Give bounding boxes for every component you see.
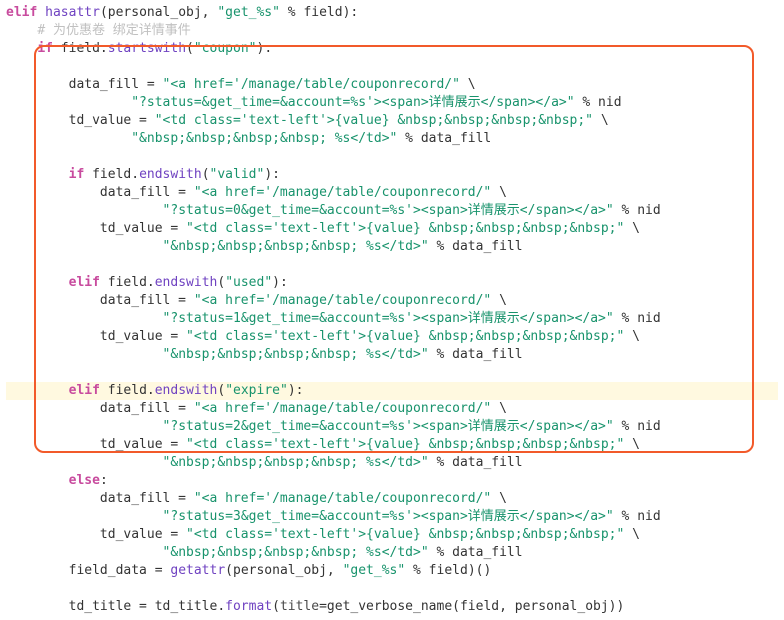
code-line: "&nbsp;&nbsp;&nbsp;&nbsp; %s</td>" % dat… xyxy=(6,544,778,562)
code-line: "?status=1&get_time=&account=%s'><span>详… xyxy=(6,310,778,328)
code-line: else: xyxy=(6,472,778,490)
code-line: "&nbsp;&nbsp;&nbsp;&nbsp; %s</td>" % dat… xyxy=(6,130,778,148)
code-line: td_value = "<td class='text-left'>{value… xyxy=(6,328,778,346)
code-block: elif hasattr(personal_obj, "get_%s" % fi… xyxy=(0,0,784,620)
code-line: "&nbsp;&nbsp;&nbsp;&nbsp; %s</td>" % dat… xyxy=(6,238,778,256)
code-line xyxy=(6,364,778,382)
code-line: "?status=0&get_time=&account=%s'><span>详… xyxy=(6,202,778,220)
code-line: data_fill = "<a href='/manage/table/coup… xyxy=(6,76,778,94)
code-line: if field.endswith("valid"): xyxy=(6,166,778,184)
code-line xyxy=(6,58,778,76)
code-line: "?status=2&get_time=&account=%s'><span>详… xyxy=(6,418,778,436)
code-line xyxy=(6,580,778,598)
code-line: td_value = "<td class='text-left'>{value… xyxy=(6,112,778,130)
code-line: field_data = getattr(personal_obj, "get_… xyxy=(6,562,778,580)
code-line: # 为优惠卷 绑定详情事件 xyxy=(6,22,778,40)
code-line: "?status=&get_time=&account=%s'><span>详情… xyxy=(6,94,778,112)
code-line xyxy=(6,256,778,274)
code-line xyxy=(6,148,778,166)
code-line: td_title = td_title.format(title=get_ver… xyxy=(6,598,778,616)
code-line: if field.startswith("coupon"): xyxy=(6,40,778,58)
code-line: data_fill = "<a href='/manage/table/coup… xyxy=(6,292,778,310)
code-line: td_value = "<td class='text-left'>{value… xyxy=(6,220,778,238)
code-line: "&nbsp;&nbsp;&nbsp;&nbsp; %s</td>" % dat… xyxy=(6,346,778,364)
code-line: "&nbsp;&nbsp;&nbsp;&nbsp; %s</td>" % dat… xyxy=(6,454,778,472)
code-line: elif field.endswith("used"): xyxy=(6,274,778,292)
code-line: elif hasattr(personal_obj, "get_%s" % fi… xyxy=(6,4,778,22)
code-line: data_fill = "<a href='/manage/table/coup… xyxy=(6,400,778,418)
code-line: data_fill = "<a href='/manage/table/coup… xyxy=(6,490,778,508)
code-line: "?status=3&get_time=&account=%s'><span>详… xyxy=(6,508,778,526)
code-line: td_value = "<td class='text-left'>{value… xyxy=(6,526,778,544)
code-line: data_fill = "<a href='/manage/table/coup… xyxy=(6,184,778,202)
code-line: elif field.endswith("expire"): xyxy=(6,382,778,400)
code-line: td_value = "<td class='text-left'>{value… xyxy=(6,436,778,454)
